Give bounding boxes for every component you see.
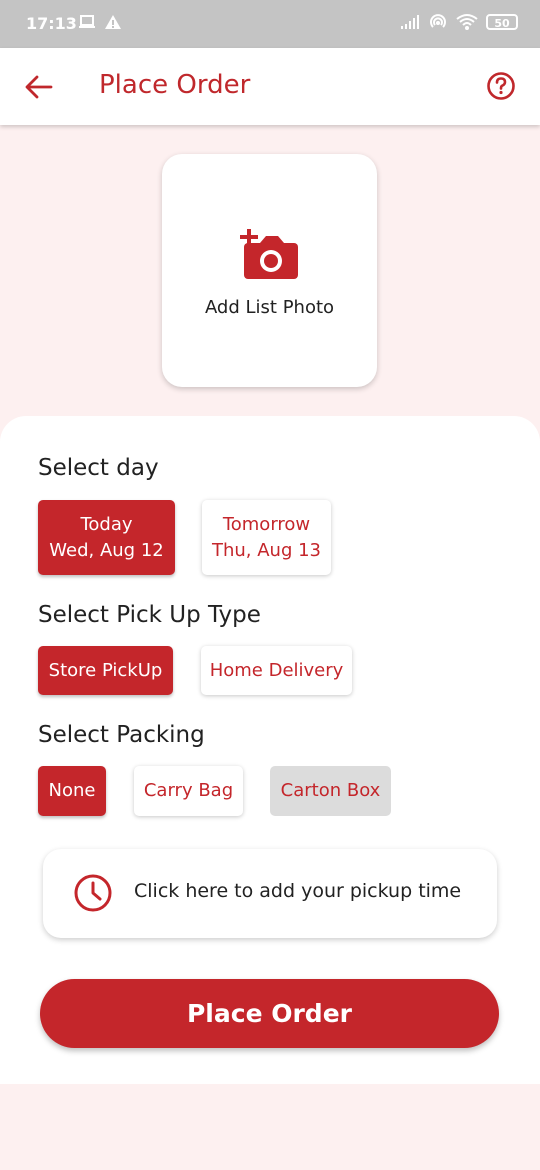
place-order-label: Place Order bbox=[186, 999, 352, 1028]
status-bar: 17:13 50 bbox=[0, 0, 540, 48]
packing-option-label: Carton Box bbox=[280, 780, 381, 801]
warning-icon bbox=[105, 15, 121, 29]
add-camera-icon bbox=[240, 229, 298, 279]
pickup-option-label: Home Delivery bbox=[209, 659, 344, 681]
day-option-today[interactable]: Today Wed, Aug 12 bbox=[38, 500, 175, 575]
add-photo-label: Add List Photo bbox=[204, 297, 335, 318]
pickup-option-label: Store PickUp bbox=[48, 659, 163, 681]
packing-option-label: Carry Bag bbox=[143, 780, 234, 801]
hotspot-icon bbox=[430, 14, 446, 28]
packing-option-none[interactable]: None bbox=[38, 766, 106, 816]
battery-icon: 50 bbox=[486, 14, 518, 30]
app-bar: Place Order bbox=[0, 48, 540, 125]
arrow-left-icon[interactable] bbox=[24, 72, 54, 102]
page-title: Place Order bbox=[99, 70, 251, 100]
laptop-icon bbox=[79, 15, 95, 28]
place-order-button[interactable]: Place Order bbox=[40, 979, 499, 1048]
select-day-title: Select day bbox=[38, 455, 159, 481]
clock-icon bbox=[74, 874, 112, 912]
pickup-type-title: Select Pick Up Type bbox=[38, 602, 261, 628]
packing-option-label: None bbox=[48, 780, 96, 801]
question-circle-icon[interactable] bbox=[486, 71, 516, 101]
pickup-time-card[interactable]: Click here to add your pickup time bbox=[43, 849, 497, 938]
add-photo-card[interactable]: Add List Photo bbox=[162, 154, 377, 387]
pickup-time-text: Click here to add your pickup time bbox=[134, 880, 462, 902]
pickup-option-store[interactable]: Store PickUp bbox=[38, 646, 173, 695]
packing-option-carry-bag[interactable]: Carry Bag bbox=[134, 766, 243, 816]
day-option-tomorrow[interactable]: Tomorrow Thu, Aug 13 bbox=[202, 500, 331, 575]
status-time: 17:13 bbox=[26, 14, 77, 33]
battery-level: 50 bbox=[494, 17, 510, 30]
packing-title: Select Packing bbox=[38, 722, 205, 748]
wifi-icon bbox=[456, 14, 478, 30]
signal-icon bbox=[401, 15, 419, 29]
day-option-date: Thu, Aug 13 bbox=[211, 539, 322, 561]
packing-option-carton-box[interactable]: Carton Box bbox=[270, 766, 391, 816]
day-option-date: Wed, Aug 12 bbox=[49, 539, 164, 561]
day-option-label: Tomorrow bbox=[222, 513, 311, 535]
day-option-label: Today bbox=[80, 513, 133, 535]
pickup-option-home-delivery[interactable]: Home Delivery bbox=[201, 646, 352, 695]
